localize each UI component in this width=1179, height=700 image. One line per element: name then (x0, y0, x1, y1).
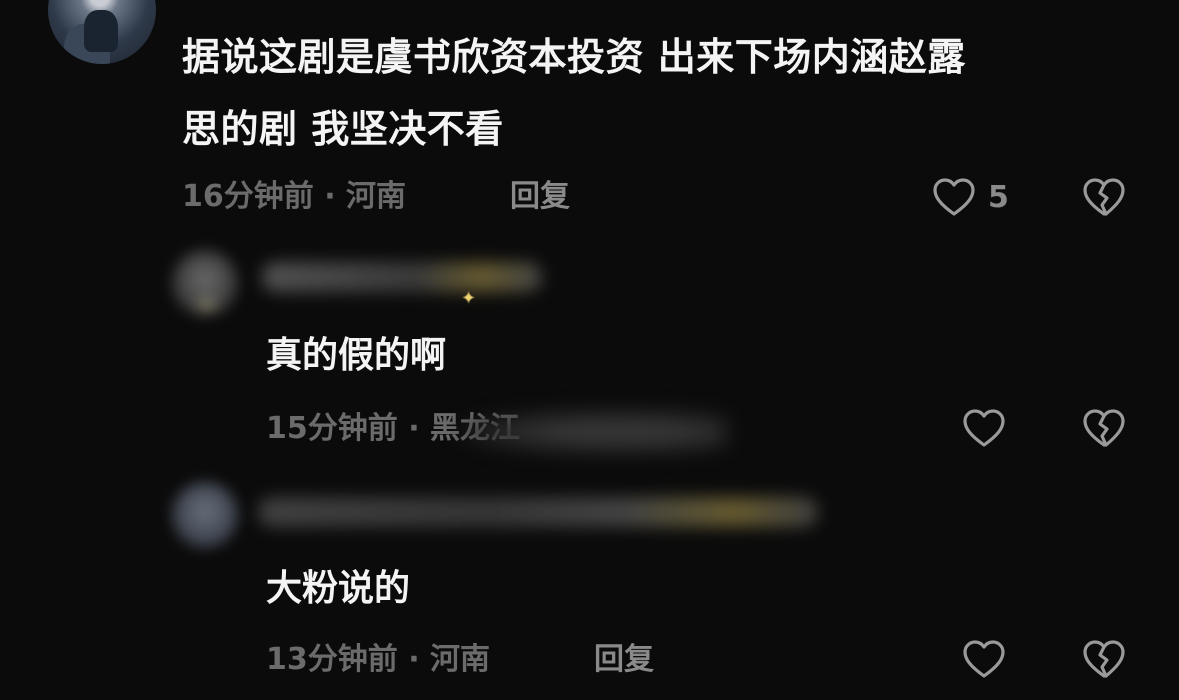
comment-meta: 13分钟前 · 河南 (266, 642, 491, 677)
broken-heart-icon[interactable] (1080, 405, 1128, 453)
avatar[interactable] (172, 482, 238, 548)
reply-text: 真的假的啊 (266, 335, 447, 376)
heart-outline-icon[interactable] (960, 636, 1008, 684)
reply-button[interactable]: 回复 (510, 182, 570, 212)
heart-outline-icon[interactable] (930, 174, 978, 222)
heart-outline-icon[interactable] (960, 405, 1008, 453)
avatar[interactable] (48, 0, 156, 64)
broken-heart-icon[interactable] (1080, 636, 1128, 684)
reply-text: 大粉说的 (266, 568, 411, 609)
avatar[interactable] (172, 250, 238, 316)
blurred-username[interactable] (262, 262, 542, 292)
blurred-region (456, 410, 726, 454)
sparkle-icon: ✦ (461, 288, 477, 309)
comment-text-line: 据说这剧是虞书欣资本投资 出来下场内涵赵露 (182, 35, 966, 79)
broken-heart-icon[interactable] (1080, 174, 1128, 222)
comment-text-line: 思的剧 我坚决不看 (182, 107, 504, 151)
blurred-username[interactable] (258, 497, 818, 527)
reply-button[interactable]: 回复 (594, 645, 654, 675)
comment-meta: 16分钟前 · 河南 (182, 179, 407, 214)
like-count: 5 (988, 180, 1009, 215)
